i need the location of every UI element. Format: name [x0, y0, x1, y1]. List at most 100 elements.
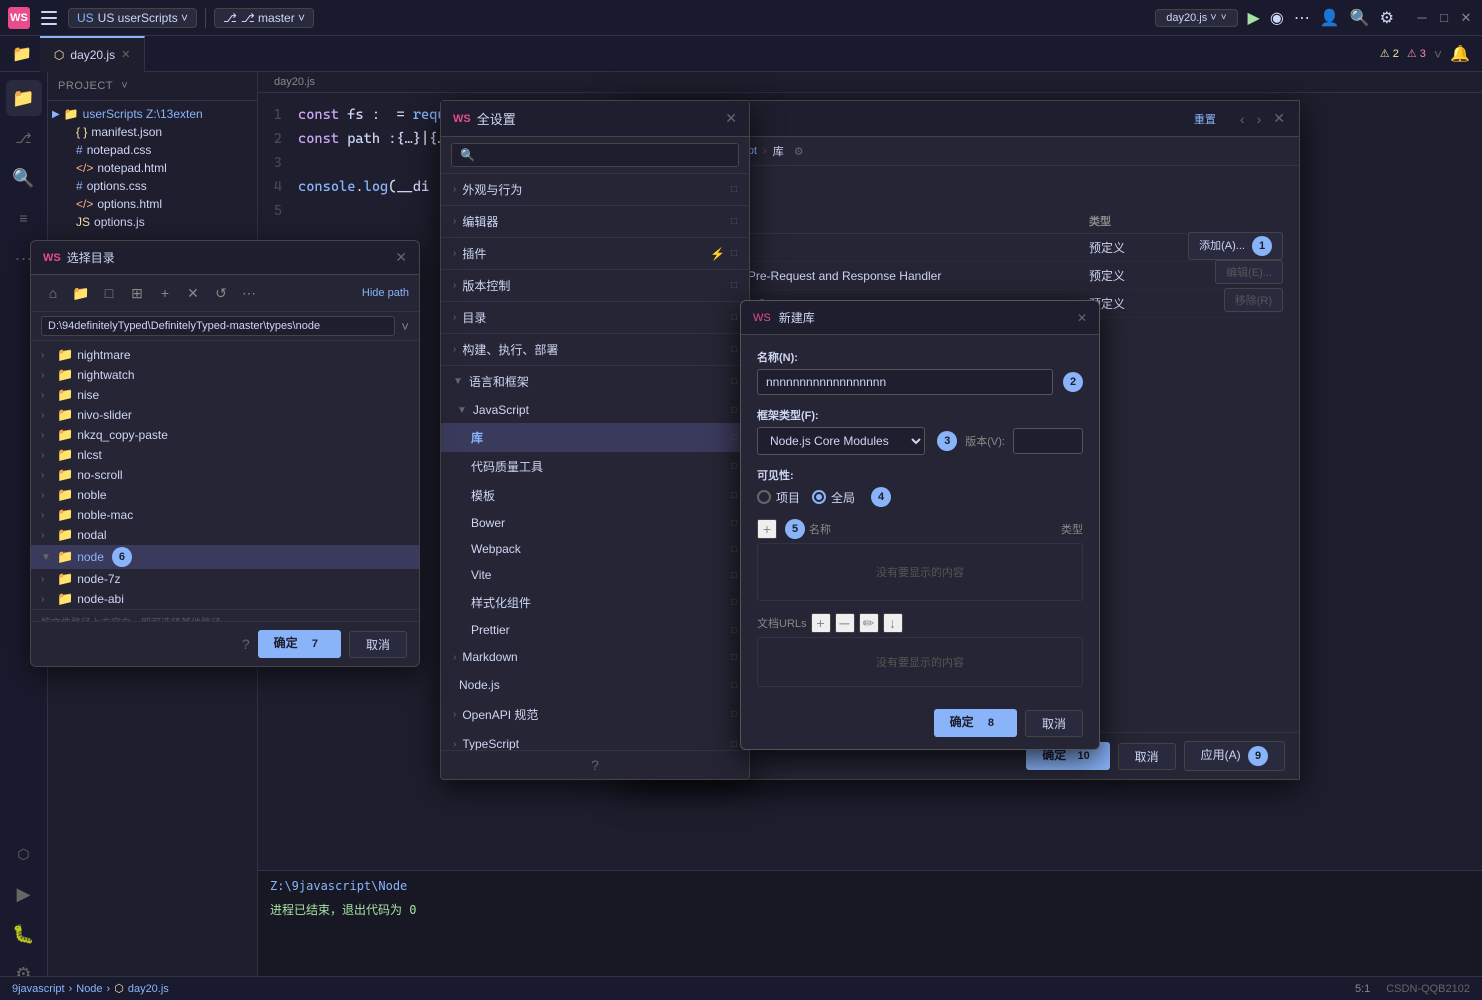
expand-all-icon[interactable]: ⊞ [125, 281, 149, 305]
item-vcs[interactable]: › 版本控制 □ [441, 270, 749, 301]
sidebar-item-structure[interactable]: ≡ [6, 200, 42, 236]
settings-search-input[interactable] [451, 143, 739, 167]
item-markdown[interactable]: › Markdown □ [441, 643, 749, 671]
new-lib-cancel-button[interactable]: 取消 [1025, 710, 1083, 737]
project-header[interactable]: Project ˅ [48, 72, 257, 101]
sidebar-item-terminal[interactable]: ⬡ [6, 836, 42, 872]
tree-file-options-html[interactable]: </> options.html [48, 195, 257, 213]
tree-item-noble[interactable]: › 📁 noble [31, 485, 419, 505]
path-input[interactable] [41, 316, 395, 336]
more-icon[interactable]: ⋯ [1294, 8, 1310, 28]
tree-item-node-abi[interactable]: › 📁 node-abi [31, 589, 419, 609]
run-config-button[interactable]: day20.js ˅ ˅ [1155, 9, 1237, 27]
ok-button[interactable]: 确定 7 [258, 630, 341, 658]
cancel-button[interactable]: 取消 [349, 631, 407, 658]
tree-item-nivo-slider[interactable]: › 📁 nivo-slider [31, 405, 419, 425]
item-openapi[interactable]: › OpenAPI 规范 □ [441, 699, 749, 730]
item-typescript[interactable]: › TypeScript □ [441, 730, 749, 750]
modal-close-button[interactable]: ✕ [725, 110, 737, 127]
branch-button[interactable]: ⎇ ⎇ master ˅ [214, 8, 314, 28]
item-code-quality[interactable]: 代码质量工具 □ [441, 452, 749, 481]
tree-file-options-css[interactable]: # options.css [48, 177, 257, 195]
tree-root[interactable]: ▶ 📁 userScripts Z:\13exten [48, 105, 257, 123]
collapse-icon[interactable]: □ [97, 281, 121, 305]
item-javascript[interactable]: ▼ JavaScript □ [441, 397, 749, 423]
tree-item-nise[interactable]: › 📁 nise [31, 385, 419, 405]
radio-project[interactable]: 项目 [757, 489, 800, 506]
tree-item-nodal[interactable]: › 📁 nodal [31, 525, 419, 545]
maximize-button[interactable]: □ [1436, 10, 1452, 26]
nav-back-icon[interactable]: ‹ [1240, 111, 1245, 127]
item-webpack[interactable]: Webpack □ [441, 536, 749, 562]
project-button[interactable]: US US userScripts ˅ [68, 8, 197, 28]
tree-item-nightmare[interactable]: › 📁 nightmare [31, 345, 419, 365]
menu-button[interactable] [38, 7, 60, 29]
tree-item-nightwatch[interactable]: › 📁 nightwatch [31, 365, 419, 385]
tree-item-no-scroll[interactable]: › 📁 no-scroll [31, 465, 419, 485]
item-prettier[interactable]: Prettier □ [441, 617, 749, 643]
add-entry-button[interactable]: + [757, 519, 777, 539]
expand-icon[interactable]: ˅ [1434, 46, 1442, 62]
tree-file-notepad-css[interactable]: # notepad.css [48, 141, 257, 159]
item-styled-components[interactable]: 样式化组件 □ [441, 588, 749, 617]
search-icon[interactable]: 🔍 [1350, 8, 1370, 28]
home-icon[interactable]: ⌂ [41, 281, 65, 305]
sidebar-item-git[interactable]: ⎇ [6, 120, 42, 156]
sidebar-item-debug[interactable]: 🐛 [6, 916, 42, 952]
run-button[interactable]: ▶ [1248, 8, 1260, 28]
item-directory[interactable]: › 目录 □ [441, 302, 749, 333]
item-appearance[interactable]: › 外观与行为 □ [441, 174, 749, 205]
tree-file-manifest[interactable]: { } manifest.json [48, 123, 257, 141]
item-languages[interactable]: ▼ 语言和框架 □ [441, 366, 749, 397]
close-button[interactable]: ✕ [1458, 10, 1474, 26]
tree-item-node[interactable]: ▼ 📁 node 6 [31, 545, 419, 569]
tree-item-nlcst[interactable]: › 📁 nlcst [31, 445, 419, 465]
refresh-icon[interactable]: ↺ [209, 281, 233, 305]
tab-close-button[interactable]: ✕ [121, 48, 130, 61]
sidebar-item-run[interactable]: ▶ [6, 876, 42, 912]
item-vite[interactable]: Vite □ [441, 562, 749, 588]
nav-forward-icon[interactable]: › [1257, 111, 1262, 127]
panel-reset-button[interactable]: 重置 [1194, 111, 1216, 127]
panel-close-button[interactable]: ✕ [1273, 110, 1285, 127]
more-options-icon[interactable]: ⋯ [237, 281, 261, 305]
item-plugins[interactable]: › 插件 ⚡ □ [441, 238, 749, 269]
add-doc-button[interactable]: + [811, 613, 831, 633]
debug-icon[interactable]: ◉ [1270, 8, 1284, 28]
framework-select[interactable]: Node.js Core Modules [757, 427, 925, 455]
name-input[interactable] [757, 369, 1053, 395]
sidebar-item-project[interactable]: 📁 [6, 80, 42, 116]
statusbar-breadcrumb[interactable]: 9javascript › Node › ⬡ day20.js [12, 982, 169, 995]
add-button[interactable]: 添加(A)... 1 [1188, 232, 1283, 260]
notifications-icon[interactable]: 🔔 [1450, 44, 1470, 64]
remove-icon[interactable]: ✕ [181, 281, 205, 305]
item-bower[interactable]: Bower □ [441, 510, 749, 536]
path-dropdown-icon[interactable]: ˅ [401, 319, 409, 334]
download-doc-button[interactable]: ↓ [883, 613, 903, 633]
tree-item-node-7z[interactable]: › 📁 node-7z [31, 569, 419, 589]
settings-icon[interactable]: ⚙ [1380, 8, 1394, 28]
hide-path-button[interactable]: Hide path [362, 287, 409, 299]
item-template[interactable]: 模板 □ [441, 481, 749, 510]
bc-project[interactable]: day20.js [274, 76, 315, 88]
radio-global[interactable]: 全局 [812, 489, 855, 506]
tree-item-noble-mac[interactable]: › 📁 noble-mac [31, 505, 419, 525]
library-cancel-button[interactable]: 取消 [1118, 743, 1176, 770]
version-input[interactable] [1013, 428, 1083, 454]
item-library[interactable]: 库 □ [441, 423, 749, 452]
settings-help-icon[interactable]: ? [591, 757, 599, 773]
user-icon[interactable]: 👤 [1320, 8, 1340, 28]
add-icon[interactable]: + [153, 281, 177, 305]
tree-file-notepad-html[interactable]: </> notepad.html [48, 159, 257, 177]
library-apply-button[interactable]: 应用(A) 9 [1184, 741, 1285, 771]
dialog-close-button[interactable]: ✕ [395, 249, 407, 266]
tree-item-nkzq[interactable]: › 📁 nkzq_copy-paste [31, 425, 419, 445]
remove-doc-button[interactable]: ─ [835, 613, 855, 633]
help-icon[interactable]: ? [242, 636, 250, 652]
new-lib-ok-button[interactable]: 确定 8 [934, 709, 1017, 737]
sidebar-item-find[interactable]: 🔍 [6, 160, 42, 196]
tab-day20[interactable]: ⬡ day20.js ✕ [40, 36, 145, 72]
tree-file-options-js[interactable]: JS options.js [48, 213, 257, 231]
item-editor[interactable]: › 编辑器 □ [441, 206, 749, 237]
new-folder-icon[interactable]: 📁 [69, 281, 93, 305]
